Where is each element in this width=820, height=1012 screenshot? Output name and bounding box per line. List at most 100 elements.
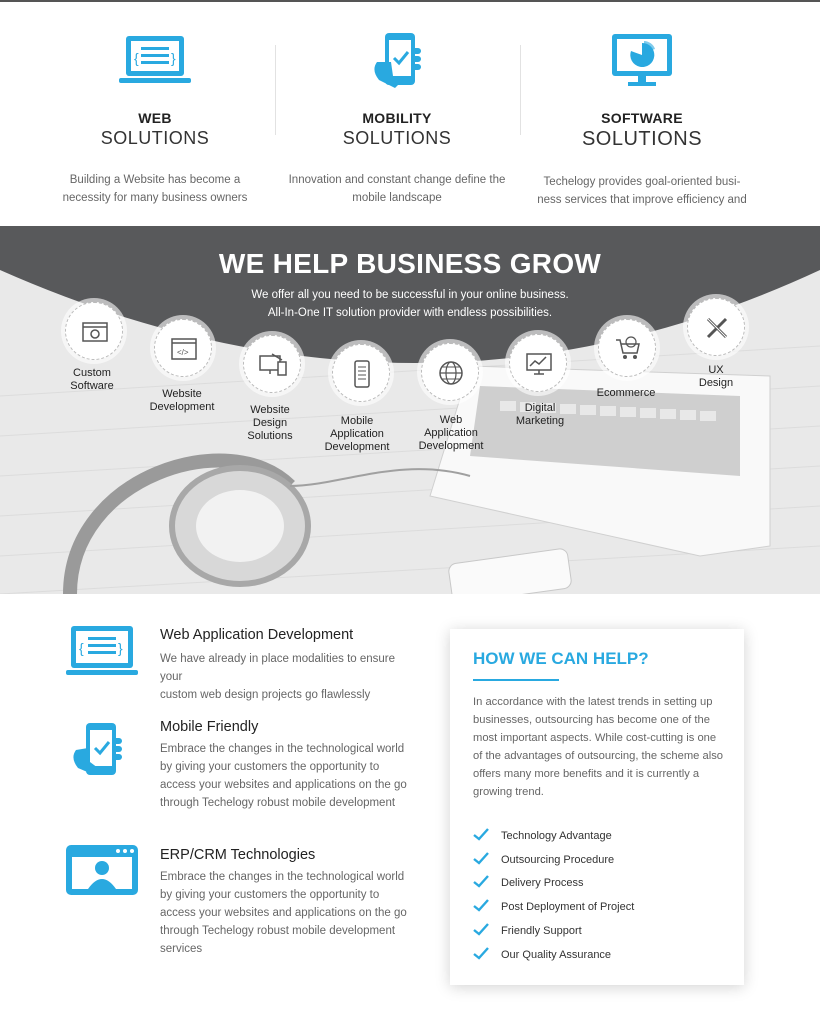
column-divider [520, 45, 521, 135]
checklist-label: Our Quality Assurance [501, 948, 612, 961]
service-subtitle: SOLUTIONS [342, 128, 452, 148]
checklist-item: Friendly Support [473, 919, 634, 943]
heading-underline [473, 679, 559, 681]
checklist-label: Technology Advantage [501, 829, 612, 842]
pencil-ruler-icon [706, 317, 728, 339]
checklist-item: Outsourcing Procedure [473, 848, 634, 872]
checklist-label: Delivery Process [501, 877, 584, 890]
service-web: { } WEB SOLUTIONS Building a Website has… [35, 30, 275, 207]
feature-desc-line: by giving your customers the opportunity… [160, 889, 380, 901]
service-desc-line: Building a Website has become a [69, 174, 241, 186]
help-card: HOW WE CAN HELP? In accordance with the … [450, 629, 744, 985]
monitor-pie-chart-icon [612, 34, 672, 86]
service-circle-label: Design [698, 377, 734, 389]
service-circle-label: Development [324, 441, 390, 453]
svg-text:}: } [118, 640, 123, 656]
shopping-cart-icon [616, 336, 640, 359]
feature-desc-line: custom web design projects go flawlessly [160, 689, 371, 701]
laptop-code-icon: { } [66, 626, 138, 675]
service-circle-label: Development [149, 401, 215, 413]
checkmark-icon [473, 828, 489, 841]
checkmark-icon [473, 851, 489, 865]
checkmark-icon [473, 923, 489, 936]
service-desc-line: mobile landscape [352, 192, 442, 204]
checkmark-icon [473, 947, 489, 960]
checklist-label: Post Deployment of Project [501, 901, 635, 914]
service-desc-line: Techelogy provides goal-oriented busi- [543, 176, 741, 188]
service-circle-website-design[interactable] [243, 335, 301, 393]
banner-background [0, 226, 820, 594]
code-window-icon: </> [171, 338, 197, 360]
feature-desc-line: access your websites and applications on… [160, 779, 407, 791]
banner-heading: WE HELP BUSINESS GROW [218, 248, 602, 279]
help-heading: HOW WE CAN HELP? [473, 649, 649, 668]
chart-monitor-icon [526, 353, 552, 375]
service-circle-web-app[interactable] [421, 343, 479, 401]
checkmark-icon [473, 875, 489, 889]
service-circle-label: Application [330, 428, 384, 440]
feature-title: Web Application Development [160, 627, 354, 643]
svg-text:{: { [134, 50, 139, 66]
service-desc-line: necessity for many business owners [62, 192, 248, 204]
service-circle-label: Digital [524, 402, 556, 414]
service-desc-line: Innovation and constant change define th… [288, 174, 506, 186]
feature-desc-line: Embrace the changes in the technological… [160, 871, 405, 883]
feature-desc-line: Embrace the changes in the technological… [160, 743, 405, 755]
service-circle-label: Web [439, 414, 463, 426]
svg-text:</>: </> [177, 348, 189, 357]
top-divider [0, 0, 820, 2]
service-circle-label: Marketing [515, 415, 565, 427]
help-text-line: offers many more benefits and it is curr… [473, 768, 700, 780]
service-circle-ux-design[interactable] [687, 298, 745, 356]
feature-desc-line: We have already in place modalities to e… [160, 653, 396, 683]
service-circle-digital-marketing[interactable] [509, 334, 567, 392]
service-circle-label: Application [424, 427, 478, 439]
help-checklist: Technology Advantage Outsourcing Procedu… [473, 824, 634, 967]
checklist-item: Post Deployment of Project [473, 895, 634, 919]
svg-text:{: { [79, 640, 84, 656]
feature-title: ERP/CRM Technologies [160, 847, 316, 863]
checklist-item: Delivery Process [473, 872, 634, 896]
banner-subtext-line: All-In-One IT solution provider with end… [267, 307, 553, 319]
help-text-line: of the advantages of outsourcing, the sc… [473, 750, 724, 762]
checklist-label: Friendly Support [501, 925, 582, 938]
service-circle-ecommerce[interactable] [598, 319, 656, 377]
service-title: MOBILITY [362, 110, 432, 126]
service-circle-label: Website [250, 404, 290, 416]
service-circle-label: Website [162, 388, 202, 400]
checklist-label: Outsourcing Procedure [501, 853, 615, 866]
column-divider [275, 45, 276, 135]
service-circle-label: Mobile [340, 415, 374, 427]
service-circle-custom-software[interactable] [65, 302, 123, 360]
business-grow-banner: WE HELP BUSINESS GROW We offer all you n… [0, 226, 820, 594]
help-text-line: growing trend. [473, 786, 544, 798]
service-desc-line: ness services that improve efficiency an… [537, 194, 747, 206]
laptop-code-icon: { } [119, 36, 191, 83]
hand-phone-icon [374, 33, 421, 88]
feature-desc-line: through Techelogy robust mobile developm… [160, 925, 396, 937]
banner-subtext-line: We offer all you need to be successful i… [251, 289, 569, 301]
svg-text:}: } [171, 50, 176, 66]
service-circle-label: Solutions [247, 430, 293, 442]
service-circle-website-development[interactable]: </> [154, 319, 212, 377]
settings-window-icon [82, 322, 108, 342]
service-title: WEB [138, 110, 172, 126]
service-subtitle: SOLUTIONS [581, 128, 703, 150]
checklist-item: Technology Advantage [473, 824, 634, 848]
service-circle-label: Development [418, 440, 484, 452]
service-mobility: MOBILITY SOLUTIONS Innovation and consta… [277, 30, 517, 207]
help-text-line: In accordance with the latest trends in … [473, 696, 713, 708]
design-devices-icon [259, 353, 287, 376]
service-circle-mobile-app[interactable] [332, 344, 390, 402]
help-text-line: businesses, outsourcing has become one o… [473, 714, 710, 726]
user-window-icon [66, 845, 138, 895]
service-software: SOFTWARE SOLUTIONS Techelogy provides go… [522, 30, 762, 209]
service-subtitle: SOLUTIONS [100, 128, 210, 148]
mobile-app-icon [354, 360, 370, 388]
feature-desc-line: by giving your customers the opportunity… [160, 761, 380, 773]
checklist-item: Our Quality Assurance [473, 943, 634, 967]
feature-desc-line: access your websites and applications on… [160, 907, 407, 919]
service-circle-label: Custom [73, 367, 111, 379]
feature-title: Mobile Friendly [160, 719, 259, 735]
feature-desc-line: through Techelogy robust mobile developm… [160, 797, 396, 809]
